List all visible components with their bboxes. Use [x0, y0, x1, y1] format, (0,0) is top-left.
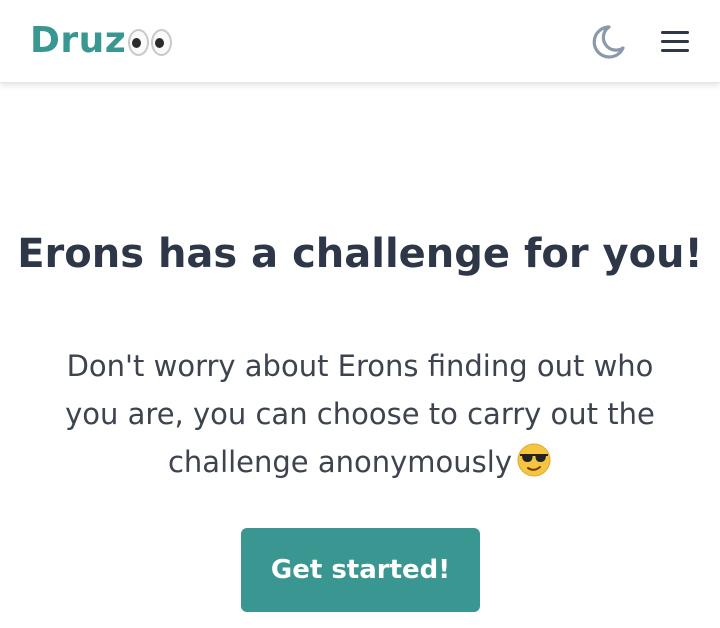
description-text: Don't worry about Erons finding out who … — [65, 349, 655, 479]
theme-toggle-button[interactable] — [588, 22, 628, 62]
sunglasses-emoji-icon — [517, 443, 551, 477]
top-navbar: Druz — [0, 0, 720, 83]
get-started-button[interactable]: Get started! — [241, 528, 480, 612]
eyes-icon — [126, 28, 173, 56]
moon-icon — [592, 25, 625, 59]
logo[interactable]: Druz — [30, 18, 173, 64]
logo-text: Druz — [30, 20, 127, 61]
left-eye-icon — [128, 28, 150, 56]
hamburger-menu-icon — [661, 31, 689, 52]
page-title: Erons has a challenge for you! — [17, 231, 703, 277]
menu-button[interactable] — [655, 24, 695, 60]
challenge-description: Don't worry about Erons finding out who … — [45, 342, 675, 486]
right-eye-icon — [151, 28, 173, 56]
